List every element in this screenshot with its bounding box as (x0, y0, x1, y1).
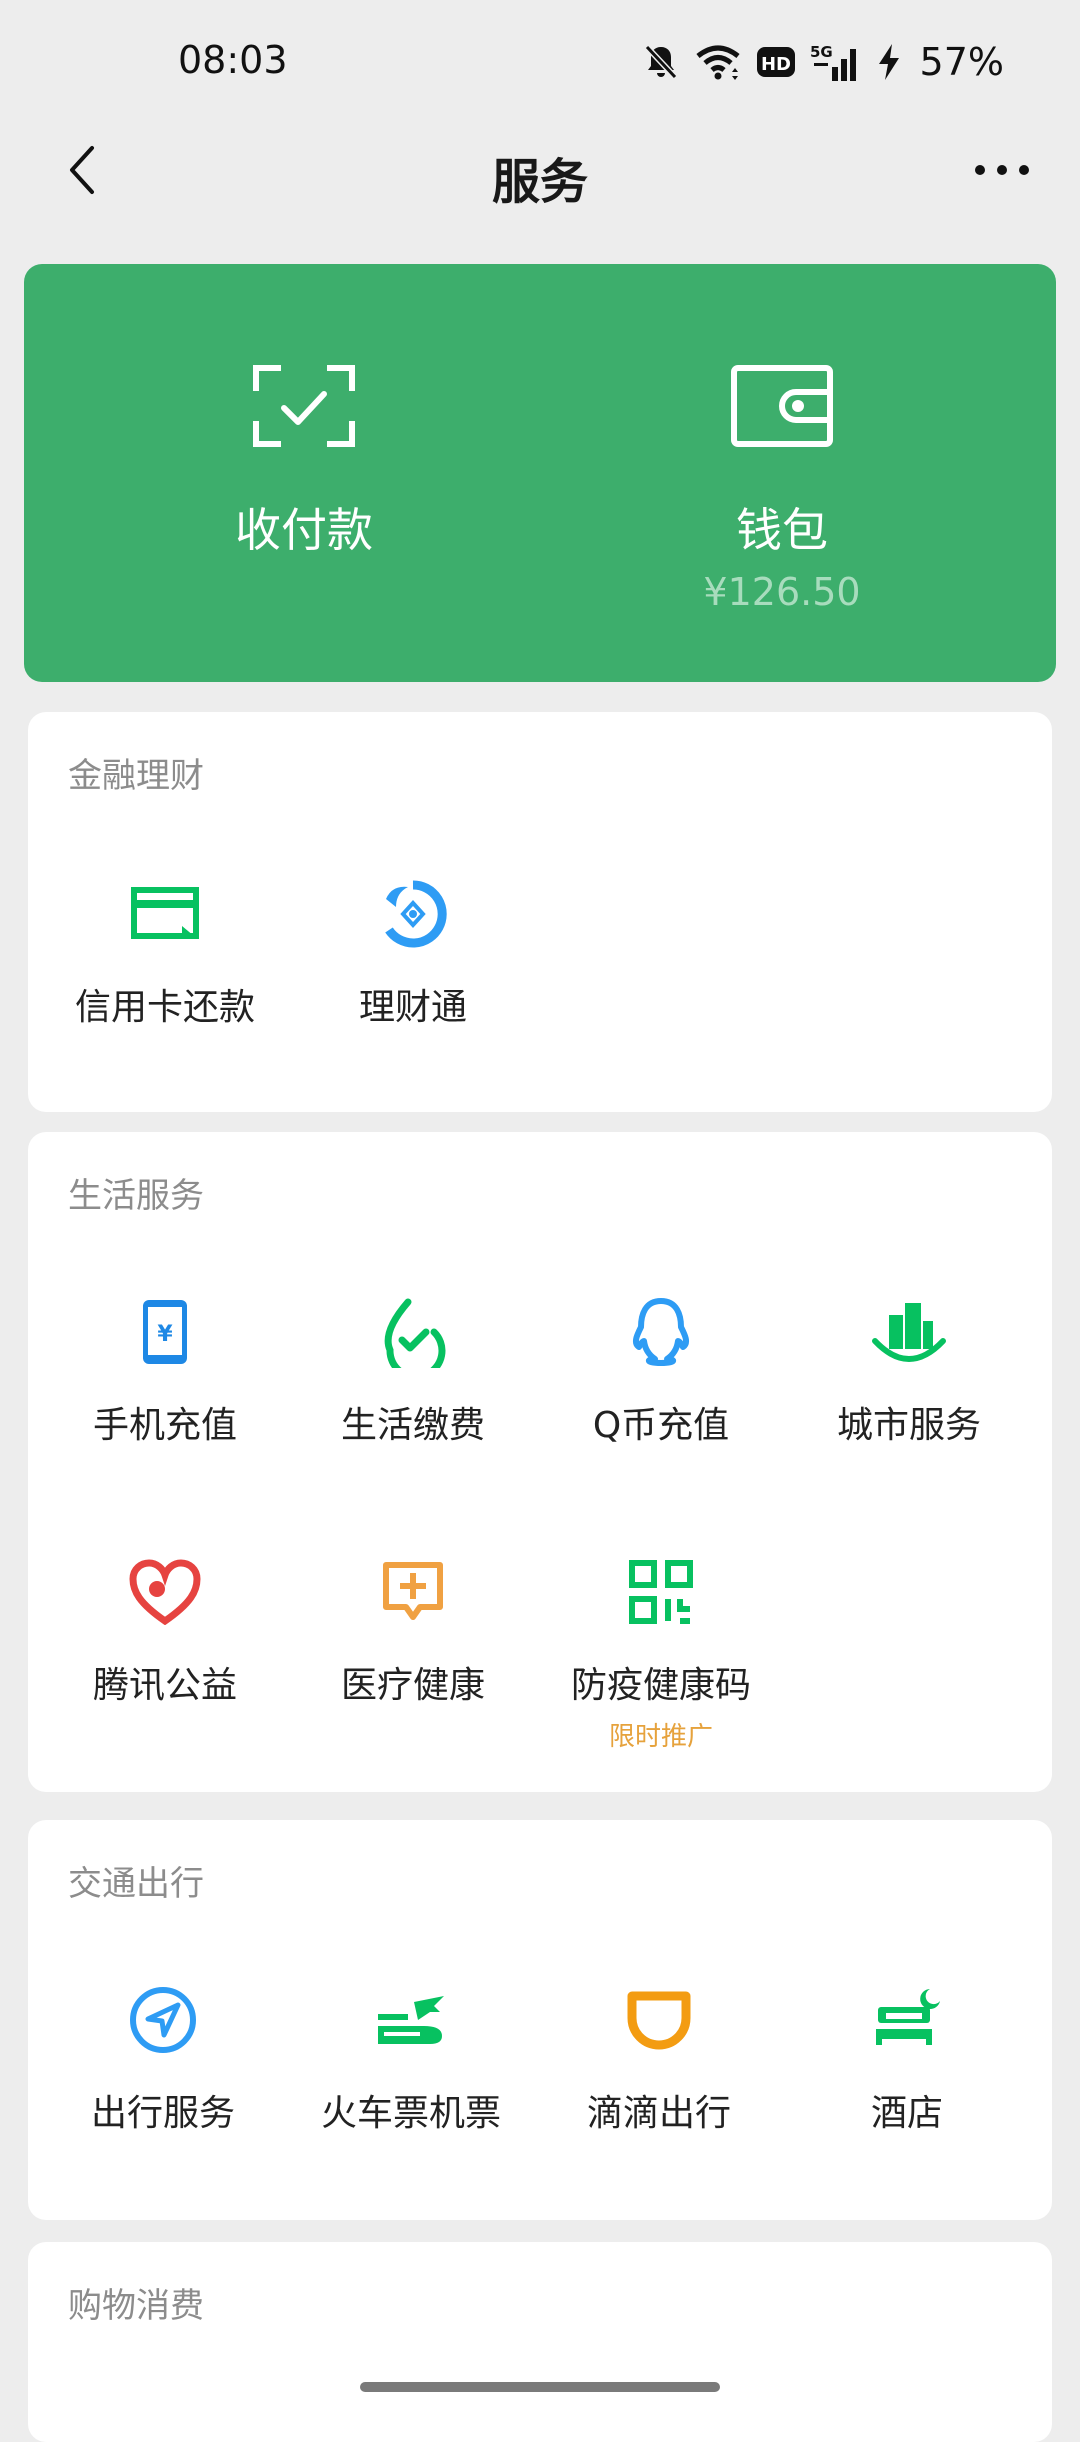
hotel-bed-icon (876, 1989, 940, 2045)
service-didi[interactable]: 滴滴出行 (534, 1980, 784, 2136)
service-city[interactable]: 城市服务 (784, 1292, 1034, 1448)
service-credit-card-repay[interactable]: 信用卡还款 (40, 874, 290, 1030)
section-title-travel: 交通出行 (68, 1864, 204, 1904)
service-health-code[interactable]: 防疫健康码 限时推广 (536, 1552, 786, 1753)
more-button[interactable] (964, 140, 1040, 200)
mute-bell-icon (644, 44, 677, 80)
more-dots-icon (975, 165, 1029, 175)
navigation-icon (130, 1987, 196, 2053)
city-service-icon (872, 1303, 946, 1362)
credit-card-icon (131, 887, 199, 939)
home-indicator[interactable] (360, 2382, 720, 2392)
service-phone-recharge[interactable]: ¥ 手机充值 (40, 1292, 290, 1448)
hd-icon: HD (756, 47, 795, 77)
section-title-life: 生活服务 (68, 1176, 204, 1216)
wallet-label: 钱包 (736, 503, 828, 557)
nav-bar: 服务 (0, 126, 1080, 214)
train-plane-icon (378, 1996, 444, 2044)
service-medical[interactable]: 医疗健康 (288, 1552, 538, 1708)
svg-text:5G: 5G (810, 43, 833, 61)
finance-section: 金融理财 信用卡还款 理财通 (28, 712, 1052, 1112)
service-qq-coin[interactable]: Q币充值 (536, 1292, 786, 1448)
medical-icon (383, 1562, 443, 1620)
wifi-icon (695, 45, 740, 80)
status-bar: 08:03 HD 5G 57% (0, 0, 1080, 126)
life-section: 生活服务 ¥ 手机充值 生活缴费 Q币充值 城市服务 腾讯公益 医疗健康 防疫健… (28, 1132, 1052, 1792)
svg-text:HD: HD (761, 54, 791, 75)
signal-5g-icon: 5G (810, 43, 856, 81)
wallet-button[interactable]: 钱包 ¥126.50 (542, 264, 1022, 682)
page-title: 服务 (491, 154, 588, 210)
wallet-icon (731, 365, 833, 447)
didi-icon (627, 1991, 691, 2050)
promo-tag: 限时推广 (608, 1722, 713, 1752)
svg-text:¥: ¥ (157, 1322, 173, 1347)
wallet-balance: ¥126.50 (703, 570, 861, 614)
pay-receive-label: 收付款 (235, 503, 373, 557)
travel-section: 交通出行 出行服务 火车票机票 滴滴出行 酒店 (28, 1820, 1052, 2220)
charging-icon (878, 44, 899, 80)
service-wealth[interactable]: 理财通 (288, 874, 538, 1030)
health-code-icon (629, 1560, 693, 1624)
phone-recharge-icon: ¥ (143, 1300, 187, 1364)
wallet-card: 收付款 钱包 ¥126.50 (24, 264, 1056, 682)
service-hotel[interactable]: 酒店 (782, 1980, 1032, 2136)
battery-percent: 57% (919, 40, 1004, 84)
service-train-flight[interactable]: 火车票机票 (286, 1980, 536, 2136)
qq-coin-icon (632, 1298, 690, 1366)
shopping-section: 购物消费 (28, 2242, 1052, 2442)
utility-bill-icon (384, 1298, 446, 1368)
status-time: 08:03 (178, 38, 288, 82)
wealth-icon (385, 880, 447, 948)
service-mobility[interactable]: 出行服务 (38, 1980, 288, 2136)
service-charity[interactable]: 腾讯公益 (40, 1552, 290, 1708)
service-utility-bill[interactable]: 生活缴费 (288, 1292, 538, 1448)
section-title-shopping: 购物消费 (68, 2286, 204, 2326)
section-title-finance: 金融理财 (68, 756, 204, 796)
pay-receive-button[interactable]: 收付款 (64, 264, 544, 682)
charity-heart-icon (129, 1559, 201, 1625)
status-icons: HD 5G 57% (642, 36, 1004, 88)
scan-check-icon (253, 365, 355, 447)
